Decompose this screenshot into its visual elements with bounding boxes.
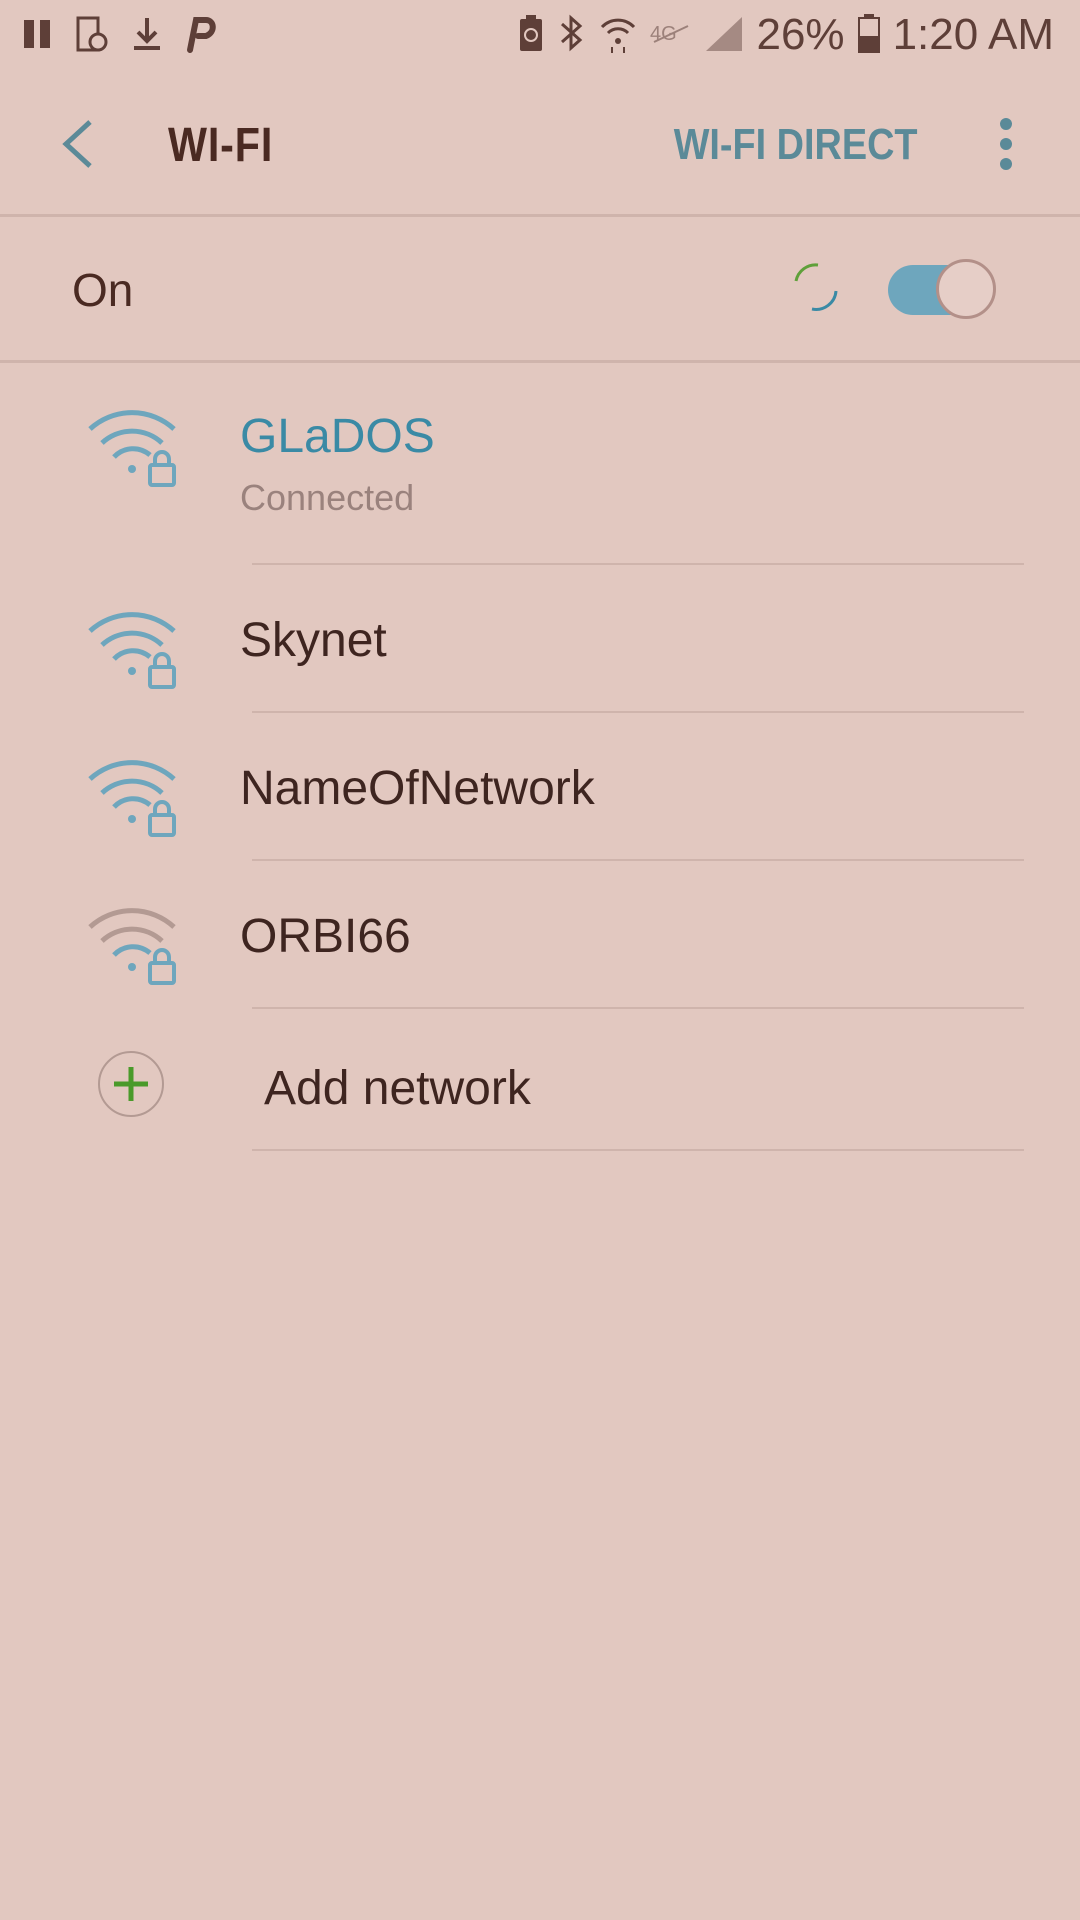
clock: 1:20 AM bbox=[892, 10, 1054, 59]
add-network-label: Add network bbox=[264, 1062, 531, 1115]
status-bar: 4G 26% 1:20 AM bbox=[0, 0, 1080, 72]
network-name: Skynet bbox=[240, 614, 387, 667]
app-bar: WI-FI WI-FI DIRECT bbox=[0, 72, 1080, 217]
network-name: NameOfNetwork bbox=[240, 762, 595, 815]
battery-percent: 26% bbox=[756, 10, 845, 59]
wifi-lock-icon bbox=[88, 908, 176, 985]
p-app-icon bbox=[182, 14, 220, 59]
network-name: ORBI66 bbox=[240, 910, 411, 963]
add-network-button[interactable]: Add network bbox=[0, 1009, 1080, 1151]
wifi-lock-icon bbox=[88, 410, 176, 487]
download-icon bbox=[130, 14, 164, 59]
wifi-lock-icon bbox=[88, 760, 176, 837]
wifi-toggle-label: On bbox=[72, 264, 134, 316]
more-options-button[interactable] bbox=[994, 116, 1018, 172]
back-button[interactable] bbox=[52, 114, 112, 174]
wifi-toggle-row[interactable]: On bbox=[0, 217, 1080, 363]
network-name: GLaDOS bbox=[240, 410, 435, 463]
network-item-orbi66[interactable]: ORBI66 bbox=[0, 861, 1080, 1009]
lte-icon: 4G bbox=[650, 18, 692, 53]
divider bbox=[252, 1149, 1024, 1151]
wifi-direct-button[interactable]: WI-FI DIRECT bbox=[674, 120, 918, 170]
screen-rotate-icon bbox=[74, 14, 112, 59]
network-list: GLaDOS Connected Skynet NameOfNetwork OR… bbox=[0, 363, 1080, 1151]
network-item-nameofnetwork[interactable]: NameOfNetwork bbox=[0, 713, 1080, 861]
toggle-knob bbox=[936, 259, 996, 319]
pause-icon bbox=[22, 16, 56, 57]
cell-signal-icon bbox=[704, 13, 744, 58]
battery-saver-icon bbox=[516, 13, 546, 58]
battery-icon bbox=[857, 12, 881, 59]
wifi-signal-icon bbox=[598, 13, 638, 58]
page-title: WI-FI bbox=[168, 119, 274, 172]
wifi-lock-icon bbox=[88, 612, 176, 689]
back-arrow-icon bbox=[62, 120, 92, 168]
wifi-toggle-switch[interactable] bbox=[886, 257, 1000, 321]
network-status: Connected bbox=[240, 477, 415, 518]
network-item-skynet[interactable]: Skynet bbox=[0, 565, 1080, 713]
bluetooth-icon bbox=[558, 12, 586, 59]
add-icon bbox=[98, 1051, 164, 1117]
network-item-glados[interactable]: GLaDOS Connected bbox=[0, 363, 1080, 565]
more-vert-icon bbox=[1000, 118, 1012, 170]
scanning-spinner-icon bbox=[784, 257, 844, 317]
